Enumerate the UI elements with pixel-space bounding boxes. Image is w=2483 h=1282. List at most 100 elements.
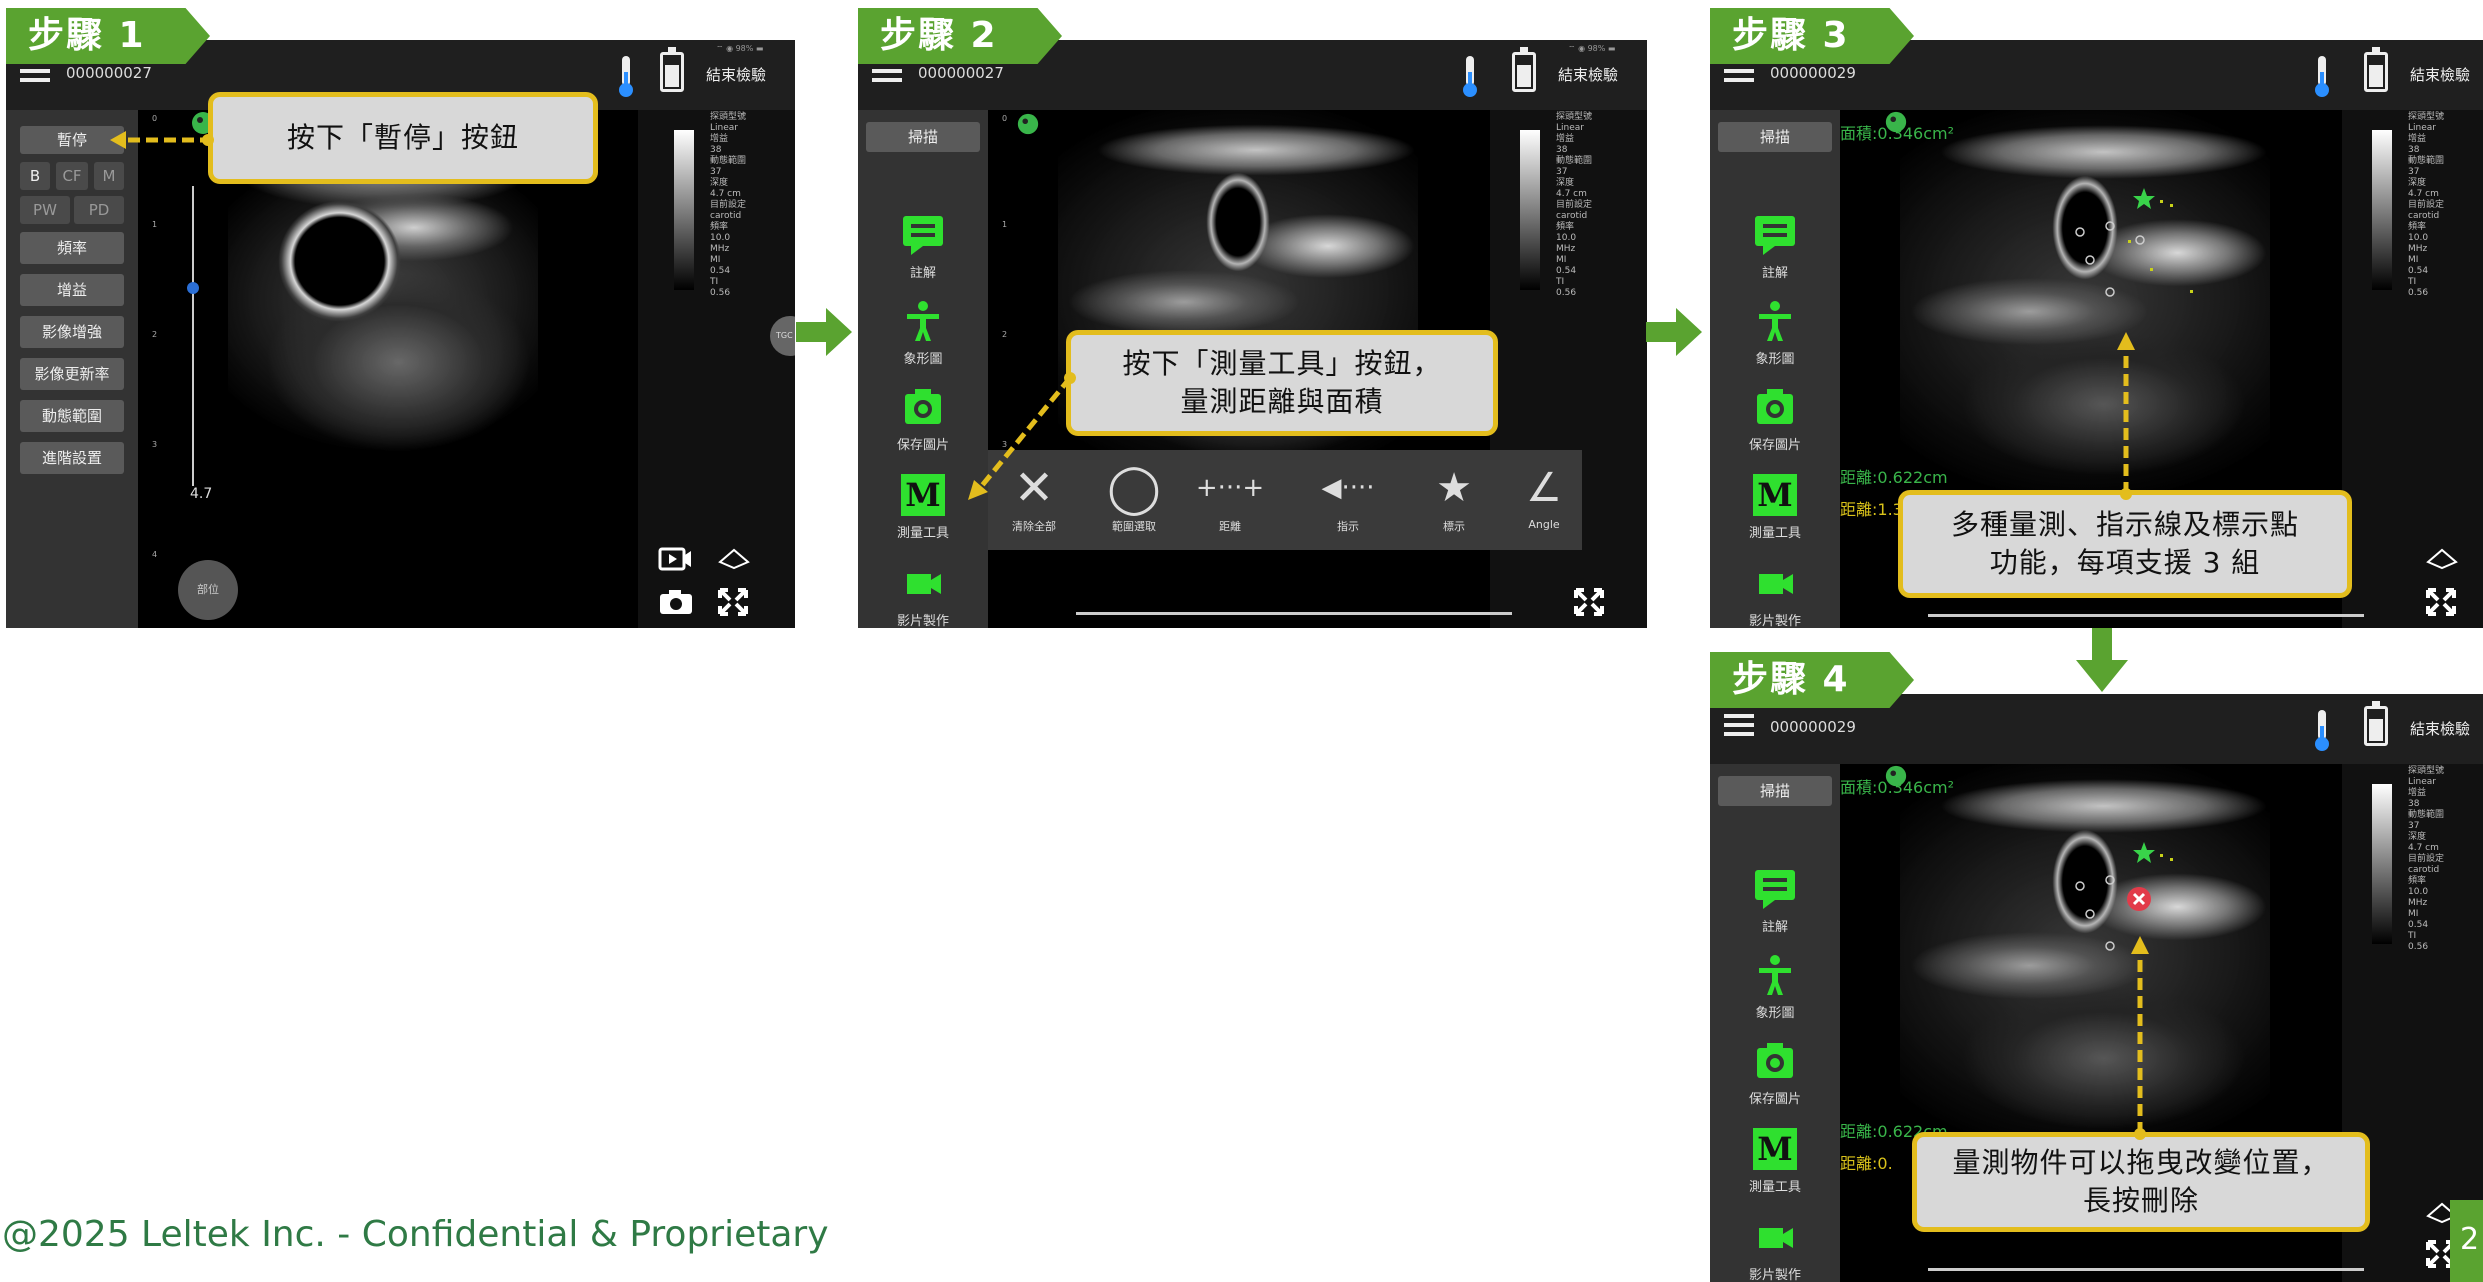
scan-button[interactable]: 掃描 (1718, 776, 1832, 806)
depth-tick: 2 (152, 330, 158, 339)
fullscreen-icon[interactable] (718, 588, 748, 616)
angle-tool[interactable]: ∠ Angle (1504, 458, 1584, 531)
position-button[interactable]: 部位 (178, 560, 238, 620)
step3-label: 步驟 3 (1710, 8, 1914, 64)
end-exam-button[interactable]: 結束檢驗 (2410, 718, 2470, 739)
grayscale-bar (2372, 130, 2392, 290)
step4-label: 步驟 4 (1710, 652, 1914, 708)
ultrasound-image (1900, 110, 2270, 530)
end-exam-button[interactable]: 結束檢驗 (2410, 64, 2470, 85)
pointer-label: 指示 (1337, 520, 1359, 533)
grayscale-bar (2372, 784, 2392, 944)
area-select-tool[interactable]: ◯ 範圍選取 (1094, 458, 1174, 534)
annotation-tool[interactable]: 註解 (1720, 868, 1830, 935)
save-image-label: 保存圖片 (1748, 438, 1801, 453)
save-image-tool[interactable]: 保存圖片 (1720, 386, 1830, 453)
distance-tool[interactable]: +···+ 距離 (1190, 458, 1270, 534)
pointer-tool[interactable]: ◀···· 指示 (1308, 458, 1388, 534)
dynamic-range-button[interactable]: 動態範圍 (20, 400, 124, 432)
step3-callout-line1: 多種量測、指示線及標示點 (1950, 508, 2299, 541)
control-sidebar: 暫停 B CF M PW PD 頻率 增益 影像增強 影像更新率 動態範圍 進階… (6, 110, 138, 628)
mode-cf-button[interactable]: CF (56, 162, 88, 190)
depth-value: 4.7 (190, 486, 213, 502)
ultrasound-view[interactable]: 0 1 2 3 4 4.7 部位 (138, 110, 638, 628)
measure-tool[interactable]: M 測量工具 (1720, 474, 1830, 541)
advanced-settings-button[interactable]: 進階設置 (20, 442, 124, 474)
area-select-label: 範圍選取 (1112, 520, 1156, 533)
frame-rate-button[interactable]: 影像更新率 (20, 358, 124, 390)
clip-tool[interactable]: 影片製作 (1720, 1216, 1830, 1282)
mode-b-button[interactable]: B (20, 162, 50, 190)
image-enhance-button[interactable]: 影像增強 (20, 316, 124, 348)
depth-slider-track[interactable] (192, 186, 194, 486)
measure-tool[interactable]: M 測量工具 (1720, 1128, 1830, 1195)
clip-label: 影片製作 (896, 614, 949, 628)
step1-label: 步驟 1 (6, 8, 210, 64)
annotation-tool[interactable]: 註解 (868, 214, 978, 281)
step3-callout: 多種量測、指示線及標示點 功能，每項支援 3 組 (1898, 490, 2352, 598)
save-image-tool[interactable]: 保存圖片 (868, 386, 978, 453)
area-measurement[interactable]: 面積:0.346cm² (1840, 774, 1954, 798)
annotation-label: 註解 (1761, 266, 1788, 281)
video-clip-icon (1759, 1228, 1793, 1248)
end-exam-button[interactable]: 結束檢驗 (706, 64, 766, 85)
measure-label: 測量工具 (896, 526, 949, 541)
thermometer-icon (2315, 56, 2329, 97)
gain-button[interactable]: 增益 (20, 274, 124, 306)
probe-orientation-icon (1017, 113, 1039, 135)
body-marker-tool[interactable]: 象形圖 (1720, 300, 1830, 367)
frequency-button[interactable]: 頻率 (20, 232, 124, 264)
scan-button[interactable]: 掃描 (1718, 122, 1832, 152)
battery-icon (2364, 701, 2388, 746)
info-panel: 探頭型號 Linear 增益 38 動態範圍 37 深度 4.7 cm 目前設定… (1490, 110, 1647, 628)
marker-tool[interactable]: ★ 標示 (1414, 458, 1494, 534)
delete-icon[interactable] (2126, 886, 2152, 912)
ultrasound-image (1900, 764, 2270, 1184)
video-record-icon[interactable] (658, 546, 692, 572)
camera-icon[interactable] (658, 588, 694, 616)
angle-icon: ∠ (1526, 465, 1562, 511)
annotation-tool[interactable]: 註解 (1720, 214, 1830, 281)
depth-slider-knob[interactable] (187, 282, 199, 294)
thermometer-icon (2315, 710, 2329, 751)
comment-icon (1755, 216, 1795, 255)
clip-tool[interactable]: 影片製作 (868, 562, 978, 628)
fullscreen-icon[interactable] (2426, 588, 2456, 616)
mode-pw-button[interactable]: PW (20, 196, 70, 224)
measure-tool[interactable]: M 測量工具 (868, 474, 978, 541)
patient-id: 000000029 (1770, 64, 1856, 82)
body-marker-tool[interactable]: 象形圖 (868, 300, 978, 367)
distance-measurement-2[interactable]: 距離:0. (1840, 1150, 1893, 1174)
eye-icon[interactable] (2426, 546, 2458, 572)
mode-m-button[interactable]: M (94, 162, 124, 190)
patient-id: 000000029 (1770, 718, 1856, 736)
body-marker-tool[interactable]: 象形圖 (1720, 954, 1830, 1021)
save-image-tool[interactable]: 保存圖片 (1720, 1040, 1830, 1107)
scroll-indicator (1076, 612, 1512, 615)
distance-measurement-1[interactable]: 距離:0.622cm (1840, 464, 1948, 488)
measure-toolbar: ✕ 清除全部 ◯ 範圍選取 +···+ 距離 ◀···· 指示 ★ 標示 ∠ Angle (988, 450, 1582, 550)
pointer-arrow-icon: ◀···· (1321, 473, 1375, 503)
clip-tool[interactable]: 影片製作 (1720, 562, 1830, 628)
step1-pointer-arrow (110, 131, 214, 149)
tool-sidebar: 掃描 註解 象形圖 保存圖片 M 測量工具 影片製作 (1710, 110, 1840, 628)
end-exam-button[interactable]: 結束檢驗 (1558, 64, 1618, 85)
step-arrow-3 (2076, 628, 2128, 692)
mode-pd-button[interactable]: PD (74, 196, 124, 224)
area-measurement[interactable]: 面積:0.346cm² (1840, 120, 1954, 144)
footer-copyright: @2025 Leltek Inc. - Confidential & Propr… (2, 1214, 829, 1255)
video-clip-icon (1759, 574, 1793, 594)
save-image-icon (1757, 389, 1793, 424)
status-indicators: ⌔ ◉ 98% ▬ (716, 44, 764, 53)
eye-icon[interactable] (718, 546, 750, 572)
depth-tick: 1 (152, 220, 158, 229)
depth-tick: 2 (1002, 330, 1008, 339)
measure-icon: M (1753, 1128, 1797, 1170)
menu-icon[interactable] (1724, 714, 1754, 736)
depth-tick: 3 (152, 440, 158, 449)
scan-button[interactable]: 掃描 (866, 122, 980, 152)
clear-all-label: 清除全部 (1012, 520, 1056, 533)
fullscreen-icon[interactable] (1574, 588, 1604, 616)
info-panel: 探頭型號 Linear 增益 38 動態範圍 37 深度 4.7 cm 目前設定… (638, 110, 795, 628)
status-indicators: ⌔ ◉ 98% ▬ (1568, 44, 1616, 53)
